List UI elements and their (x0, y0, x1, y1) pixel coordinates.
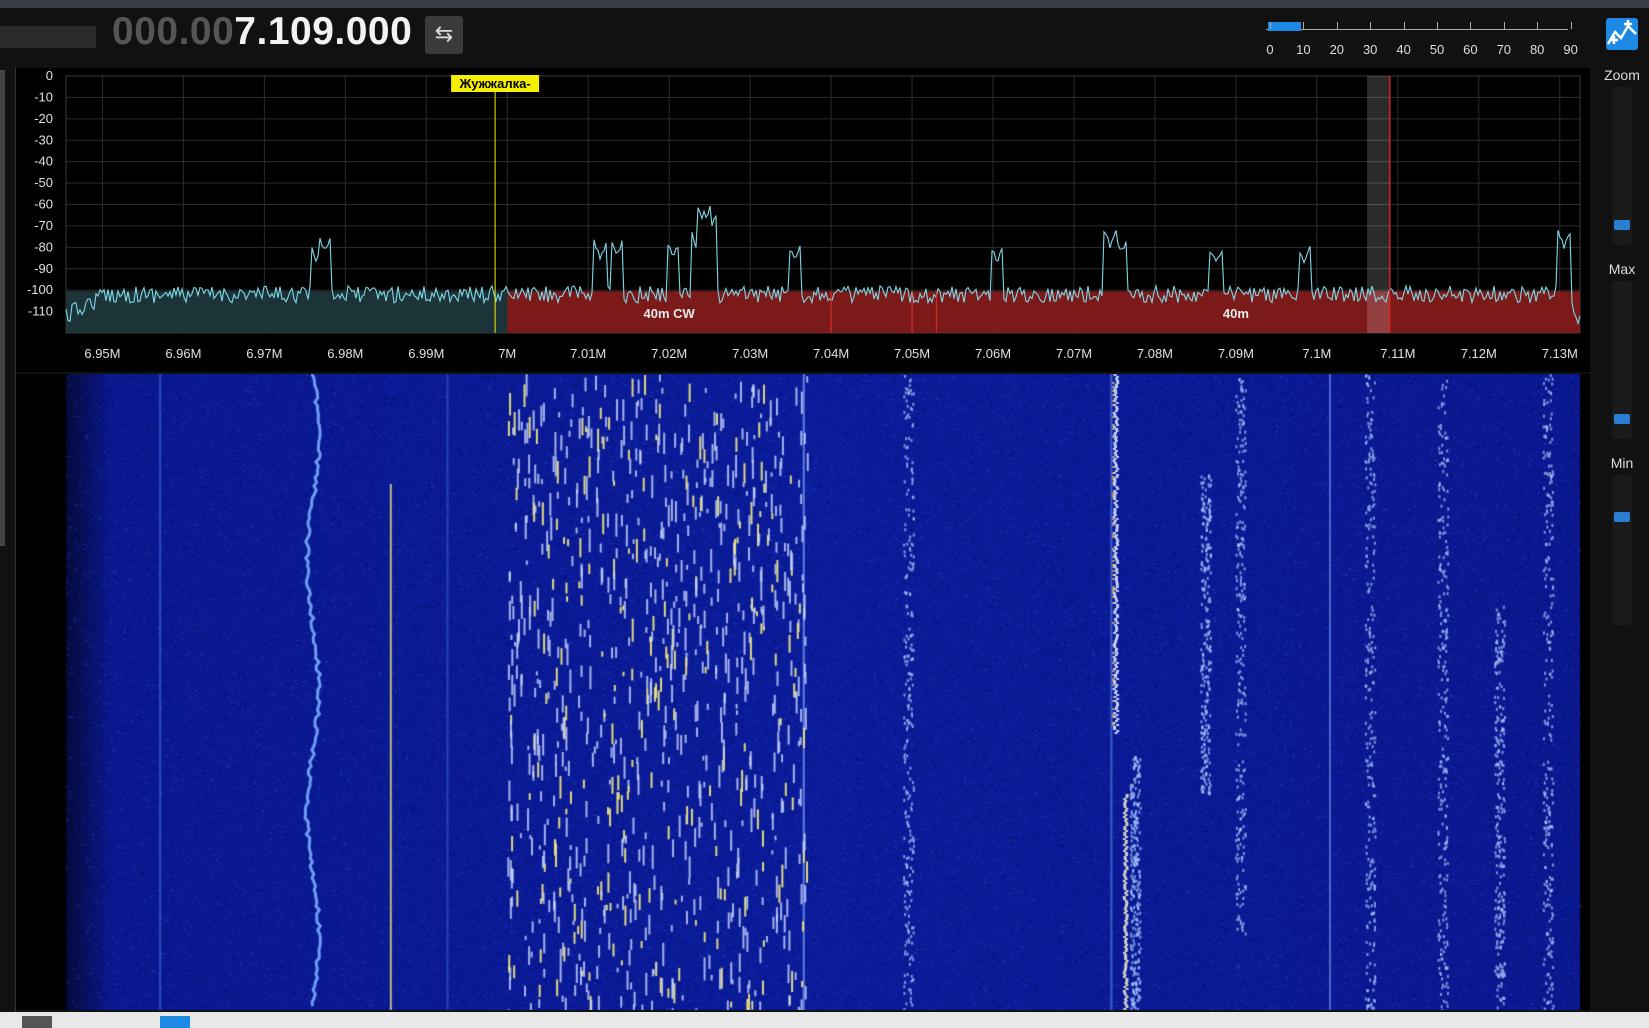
swap-button[interactable]: ⇆ (425, 16, 463, 54)
smeter-tickmark (1470, 22, 1472, 29)
waterfall-panel[interactable] (16, 374, 1590, 1010)
band-40m-label: 40m (1223, 306, 1249, 321)
band-40m-cw-label: 40m CW (644, 306, 696, 321)
x-tick-label: 7.11M (1380, 346, 1415, 361)
x-tick-label: 6.95M (84, 346, 120, 361)
smeter-tickmark (1336, 22, 1338, 29)
smeter-tick-label: 40 (1396, 42, 1411, 57)
waterfall-canvas[interactable] (16, 374, 1590, 1010)
x-tick-label: 7.01M (570, 346, 606, 361)
spectrum-y-ticks: 0 -10 -20 -30 -40 -50 -60 -70 -80 -90 -100 -110 (27, 68, 53, 319)
taskbar (0, 1012, 1649, 1028)
y-tick-label: -100 (27, 282, 53, 297)
marker-label[interactable]: Жужжалка- (458, 76, 530, 91)
x-tick-label: 7.07M (1056, 346, 1092, 361)
mode-box[interactable] (0, 26, 96, 48)
smeter-tickmark (1403, 22, 1405, 29)
spectrum-x-ticks: 6.95M 6.96M 6.97M 6.98M 6.99M 7M 7.01M 7.02M 7.0… (84, 346, 1577, 361)
x-tick-label: 6.99M (408, 346, 444, 361)
smeter-tickmark (1437, 22, 1438, 29)
y-tick-label: -60 (34, 197, 53, 212)
y-tick-label: -50 (34, 175, 53, 190)
y-tick-label: -70 (34, 218, 53, 233)
smeter-tickmark (1303, 22, 1305, 29)
smeter-tickmark (1570, 22, 1572, 29)
x-tick-label: 6.98M (327, 346, 363, 361)
spectrum-panel[interactable]: Жужжалка- 40m CW 40m 0 -10 -20 -30 -40 -50 -60… (16, 68, 1590, 372)
smeter-tick-label: 70 (1496, 42, 1512, 57)
smeter-tick-label: 30 (1362, 42, 1378, 57)
y-tick-label: 0 (46, 68, 53, 83)
frequency-leading-digits: 000.00 (112, 10, 235, 53)
smeter-tickmark (1370, 22, 1372, 29)
swap-arrows-icon: ⇆ (434, 22, 454, 47)
x-tick-label: 7.03M (732, 346, 768, 361)
x-tick-label: 7.08M (1137, 346, 1173, 361)
y-tick-label: -110 (28, 304, 53, 319)
y-tick-label: -10 (34, 89, 53, 104)
smeter-tick-label: 50 (1429, 42, 1445, 57)
smeter-tick-label: 80 (1529, 42, 1545, 57)
frequency-value: 7.109.000 (234, 10, 413, 53)
max-slider[interactable] (1612, 281, 1632, 439)
smeter-tickmark (1270, 22, 1271, 29)
smeter-tick-label: 0 (1266, 42, 1274, 57)
y-tick-label: -80 (34, 239, 53, 254)
s-meter-bar (1268, 22, 1302, 31)
x-tick-label: 7.06M (975, 346, 1011, 361)
x-tick-label: 6.96M (165, 346, 201, 361)
min-slider[interactable] (1612, 475, 1632, 625)
smeter-tickmark (1503, 22, 1505, 29)
x-tick-label: 7.04M (813, 346, 849, 361)
x-tick-label: 7M (498, 346, 516, 361)
x-tick-label: 6.97M (246, 346, 282, 361)
y-tick-label: -30 (34, 132, 53, 147)
left-panel-handle[interactable] (0, 70, 5, 546)
x-tick-label: 7.12M (1461, 346, 1497, 361)
app-logo-icon[interactable] (1606, 18, 1638, 50)
taskbar-button[interactable] (22, 1016, 52, 1028)
max-slider-thumb[interactable] (1614, 414, 1630, 424)
smeter-tick-label: 90 (1563, 42, 1578, 57)
x-tick-label: 7.02M (651, 346, 687, 361)
y-tick-label: -40 (34, 154, 53, 169)
x-tick-label: 7.09M (1218, 346, 1254, 361)
x-tick-label: 7.1M (1302, 346, 1331, 361)
smeter-tickmark (1537, 22, 1539, 29)
s-meter-baseline (1266, 29, 1568, 30)
min-label: Min (1610, 455, 1634, 471)
max-label: Max (1608, 261, 1636, 277)
window-top-strip (0, 0, 1649, 8)
taskbar-button-active[interactable] (160, 1016, 190, 1028)
smeter-tick-label: 60 (1463, 42, 1478, 57)
smeter-tick-label: 20 (1329, 42, 1345, 57)
y-tick-label: -90 (34, 261, 53, 276)
zoom-slider-thumb[interactable] (1614, 220, 1630, 230)
y-tick-label: -20 (34, 111, 53, 126)
frequency-display[interactable]: 000.007.109.000 (112, 10, 412, 54)
s-meter: 0 10 20 30 40 50 60 70 80 90 (1262, 18, 1578, 58)
spectrum-plot[interactable]: Жужжалка- 40m CW 40m 0 -10 -20 -30 -40 -50 -60… (16, 68, 1590, 372)
x-tick-label: 7.13M (1542, 346, 1578, 361)
smeter-tick-label: 10 (1296, 42, 1311, 57)
zoom-label: Zoom (1604, 67, 1640, 83)
min-slider-thumb[interactable] (1614, 512, 1630, 522)
zoom-slider[interactable] (1612, 87, 1632, 245)
x-tick-label: 7.05M (894, 346, 930, 361)
